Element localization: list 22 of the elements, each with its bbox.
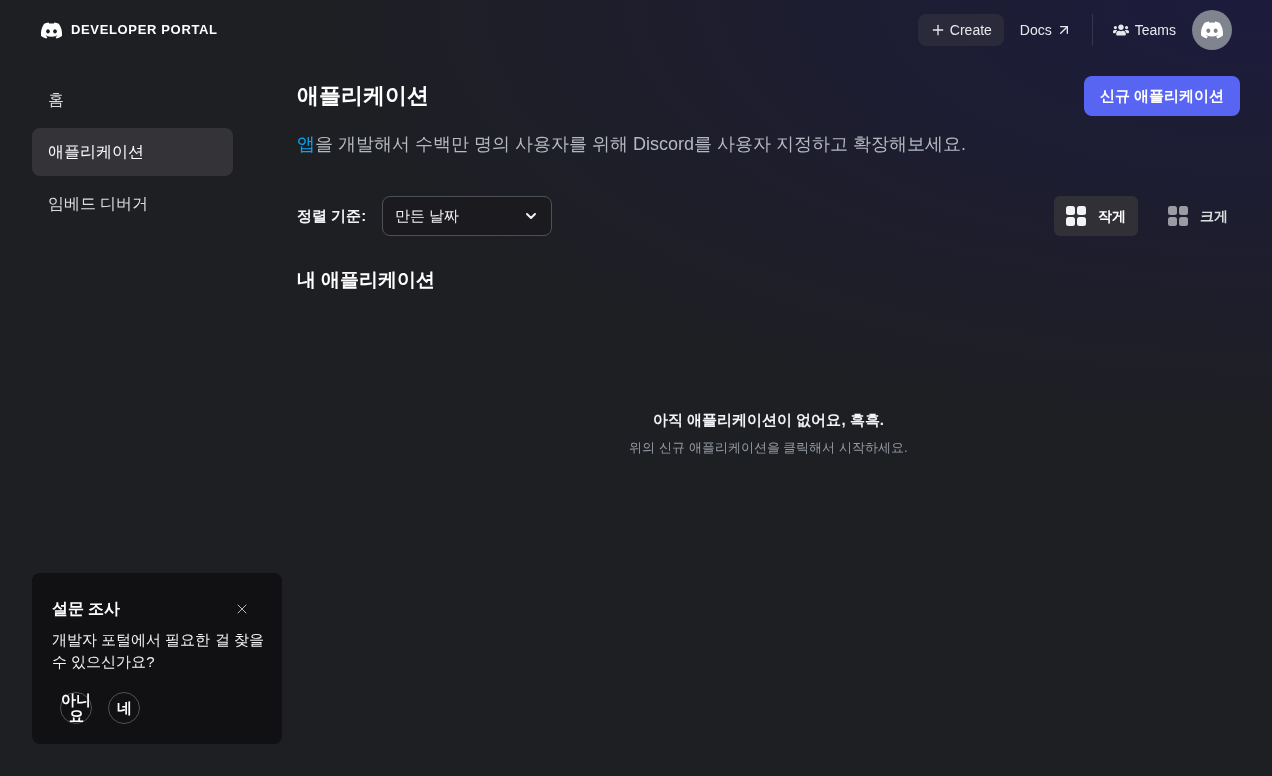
app-link[interactable]: 앱 (297, 134, 315, 154)
new-application-button[interactable]: 신규 애플리케이션 (1083, 76, 1240, 116)
survey-title: 설문 조사 (52, 599, 121, 619)
survey-question: 개발자 포털에서 필요한 걸 찾을 수 있으신가요? (52, 630, 265, 672)
sidebar-item[interactable]: 임베드 디버거 (32, 180, 233, 228)
view-toggle[interactable]: 크게 (1156, 196, 1240, 236)
sidebar-item[interactable]: 애플리케이션 (32, 128, 233, 176)
sort-dropdown[interactable]: 만든 날짜 (382, 196, 553, 236)
subtitle-text: 앱을 개발해서 수백만 명의 사용자를 위해 Discord를 사용자 지정하고 확장해보세요. (297, 133, 968, 156)
users-icon (1112, 22, 1129, 38)
empty-state-title: 아직 애플리케이션이 없어요, 흑흑. (653, 410, 884, 430)
section-title: 내 애플리케이션 (297, 268, 437, 292)
avatar-icon[interactable] (1192, 10, 1232, 50)
logo-text: DEVELOPER PORTAL (71, 21, 218, 40)
sidebar-item[interactable]: 홈 (32, 76, 233, 124)
sort-label: 정렬 기준: (297, 205, 367, 226)
page-title: 애플리케이션 (297, 82, 429, 110)
view-toggle[interactable]: 작게 (1054, 196, 1138, 236)
empty-state-hint: 위의 신규 애플리케이션을 클릭해서 시작하세요. (629, 439, 908, 457)
teams-link[interactable]: Teams (1096, 14, 1192, 46)
create-button[interactable]: Create (917, 14, 1004, 46)
docs-link[interactable]: Docs (1003, 14, 1088, 46)
